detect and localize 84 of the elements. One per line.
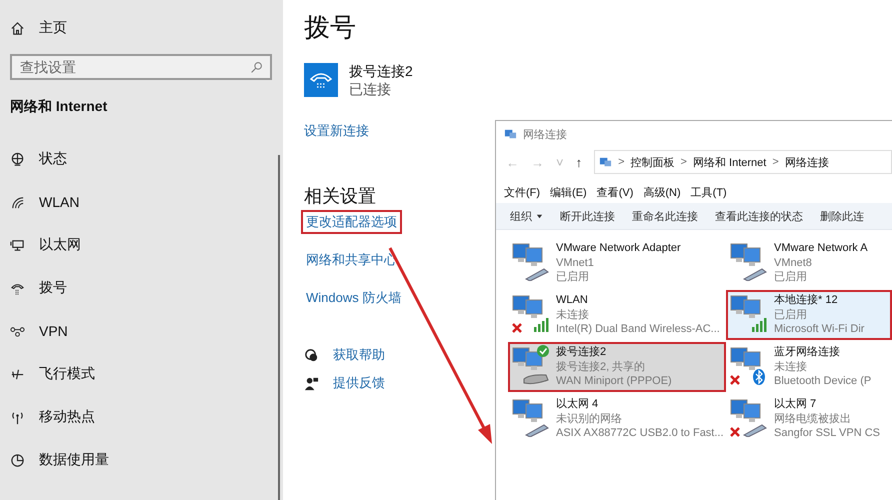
connection-name: 拨号连接2 (556, 345, 608, 360)
connection-detail: ASIX AX88772C USB2.0 to Fast... (556, 426, 724, 440)
connection-detail: 已启用 (774, 270, 808, 284)
nav-item[interactable]: 状态 (10, 149, 273, 169)
home-icon (10, 20, 25, 36)
nav-item[interactable]: 数据使用量 (10, 450, 273, 470)
connection-name: VMware Network A (774, 241, 868, 256)
connection-detail: VMnet8 (774, 256, 813, 270)
breadcrumb-item[interactable]: 控制面板 (630, 154, 675, 170)
settings-link[interactable]: Windows 防火墙 (301, 286, 406, 310)
connection-detail: 网络电缆被拔出 (774, 412, 852, 426)
nav-item[interactable]: 以太网 (10, 235, 273, 255)
connection-detail: 未连接 (556, 308, 590, 322)
caret-icon (536, 212, 543, 220)
connection-status: 已连接 (349, 80, 392, 98)
connection-detail: Intel(R) Dual Band Wireless-AC... (556, 322, 720, 336)
connection-detail: 已启用 (556, 270, 590, 284)
monitor-icon (10, 238, 25, 252)
breadcrumb-separator: > (772, 156, 779, 168)
toolbar-button[interactable]: 重命名此连接 (632, 208, 698, 224)
nav-item[interactable]: VPN (10, 321, 273, 341)
breadcrumb-separator: > (680, 156, 687, 168)
nav-item[interactable]: 移动热点 (10, 407, 273, 427)
connection-detail: VMnet1 (556, 256, 595, 270)
home-link[interactable]: 主页 (10, 18, 273, 38)
breadcrumb-separator: > (618, 156, 625, 168)
menu-item[interactable]: 编辑(E) (550, 184, 587, 200)
help-link[interactable]: 获取帮助 (333, 346, 385, 364)
connection-item[interactable]: 以太网 4 未识别的网络 ASIX AX88772C USB2.0 to Fast... (508, 394, 726, 444)
connection-name: 本地连接* 12 (774, 293, 839, 308)
connection-detail: 已启用 (774, 308, 808, 322)
globe-icon (10, 152, 25, 166)
menu-item[interactable]: 查看(V) (596, 184, 634, 200)
connection-item[interactable]: VMware Network A VMnet8 已启用 (726, 238, 892, 288)
search-icon (250, 61, 263, 74)
connection-name: VMware Network Adapter (556, 241, 681, 256)
connection-name: 蓝牙网络连接 (774, 345, 841, 360)
search-field[interactable]: 查找设置 (10, 54, 272, 80)
nav-item[interactable]: 拨号 (10, 278, 273, 298)
phone-icon (304, 63, 338, 97)
connection-detail: Sangfor SSL VPN CS (774, 426, 880, 440)
address-bar[interactable]: > 控制面板 > 网络和 Internet > 网络连接 (594, 150, 892, 174)
connection-name: 以太网 4 (556, 397, 600, 412)
nav-button[interactable]: ↑ (576, 154, 582, 170)
section-heading: 相关设置 (304, 185, 376, 208)
connection-detail: 未连接 (774, 360, 808, 374)
breadcrumb-item[interactable]: 网络连接 (784, 154, 829, 170)
person-icon (304, 376, 319, 390)
new-connection-link[interactable]: 设置新连接 (304, 122, 369, 140)
pie-chart-icon (10, 452, 25, 468)
hotspot-icon (10, 410, 25, 424)
page-title: 拨号 (304, 11, 356, 44)
section-heading: 网络和 Internet (10, 98, 108, 116)
window-title: 网络连接 (523, 128, 567, 142)
connection-detail: 拨号连接2, 共享的 (556, 360, 646, 374)
connection-item[interactable]: 蓝牙网络连接 未连接 Bluetooth Device (P (726, 342, 892, 392)
connection-name: WLAN (556, 293, 589, 308)
connection-detail: Microsoft Wi-Fi Dir (774, 322, 864, 336)
connection-item[interactable]: WLAN 未连接 Intel(R) Dual Band Wireless-AC... (508, 290, 726, 340)
nav-item[interactable]: WLAN (10, 192, 273, 212)
connection-item[interactable]: VMware Network Adapter VMnet1 已启用 (508, 238, 726, 288)
connection-name: 拨号连接2 (349, 62, 413, 80)
connection-item[interactable]: 本地连接* 12 已启用 Microsoft Wi-Fi Dir (726, 290, 892, 340)
help-bubble-icon (304, 348, 319, 362)
menu-item[interactable]: 工具(T) (690, 184, 727, 200)
connection-name: 以太网 7 (774, 397, 818, 412)
settings-link[interactable]: 更改适配器选项 (301, 210, 402, 234)
toolbar-button[interactable]: 删除此连 (820, 208, 864, 224)
connection-detail: Bluetooth Device (P (774, 374, 872, 388)
network-icon (599, 156, 612, 168)
connection-detail: 未识别的网络 (556, 412, 623, 426)
wifi-icon (10, 194, 25, 210)
toolbar-button[interactable]: 查看此连接的状态 (715, 208, 803, 224)
help-link[interactable]: 提供反馈 (333, 374, 385, 392)
toolbar-button[interactable]: 断开此连接 (560, 208, 615, 224)
nav-item[interactable]: 飞行模式 (10, 364, 273, 384)
connection-item[interactable]: 拨号连接2 拨号连接2, 共享的 WAN Miniport (PPPOE) (508, 342, 726, 392)
toolbar-button[interactable]: 组织 (510, 208, 543, 224)
network-icon (504, 128, 517, 140)
connection-detail: WAN Miniport (PPPOE) (556, 374, 672, 388)
menu-item[interactable]: 文件(F) (504, 184, 540, 200)
breadcrumb-item[interactable]: 网络和 Internet (692, 154, 766, 170)
connection-item[interactable]: 以太网 7 网络电缆被拔出 Sangfor SSL VPN CS (726, 394, 892, 444)
menu-item[interactable]: 高级(N) (643, 184, 681, 200)
